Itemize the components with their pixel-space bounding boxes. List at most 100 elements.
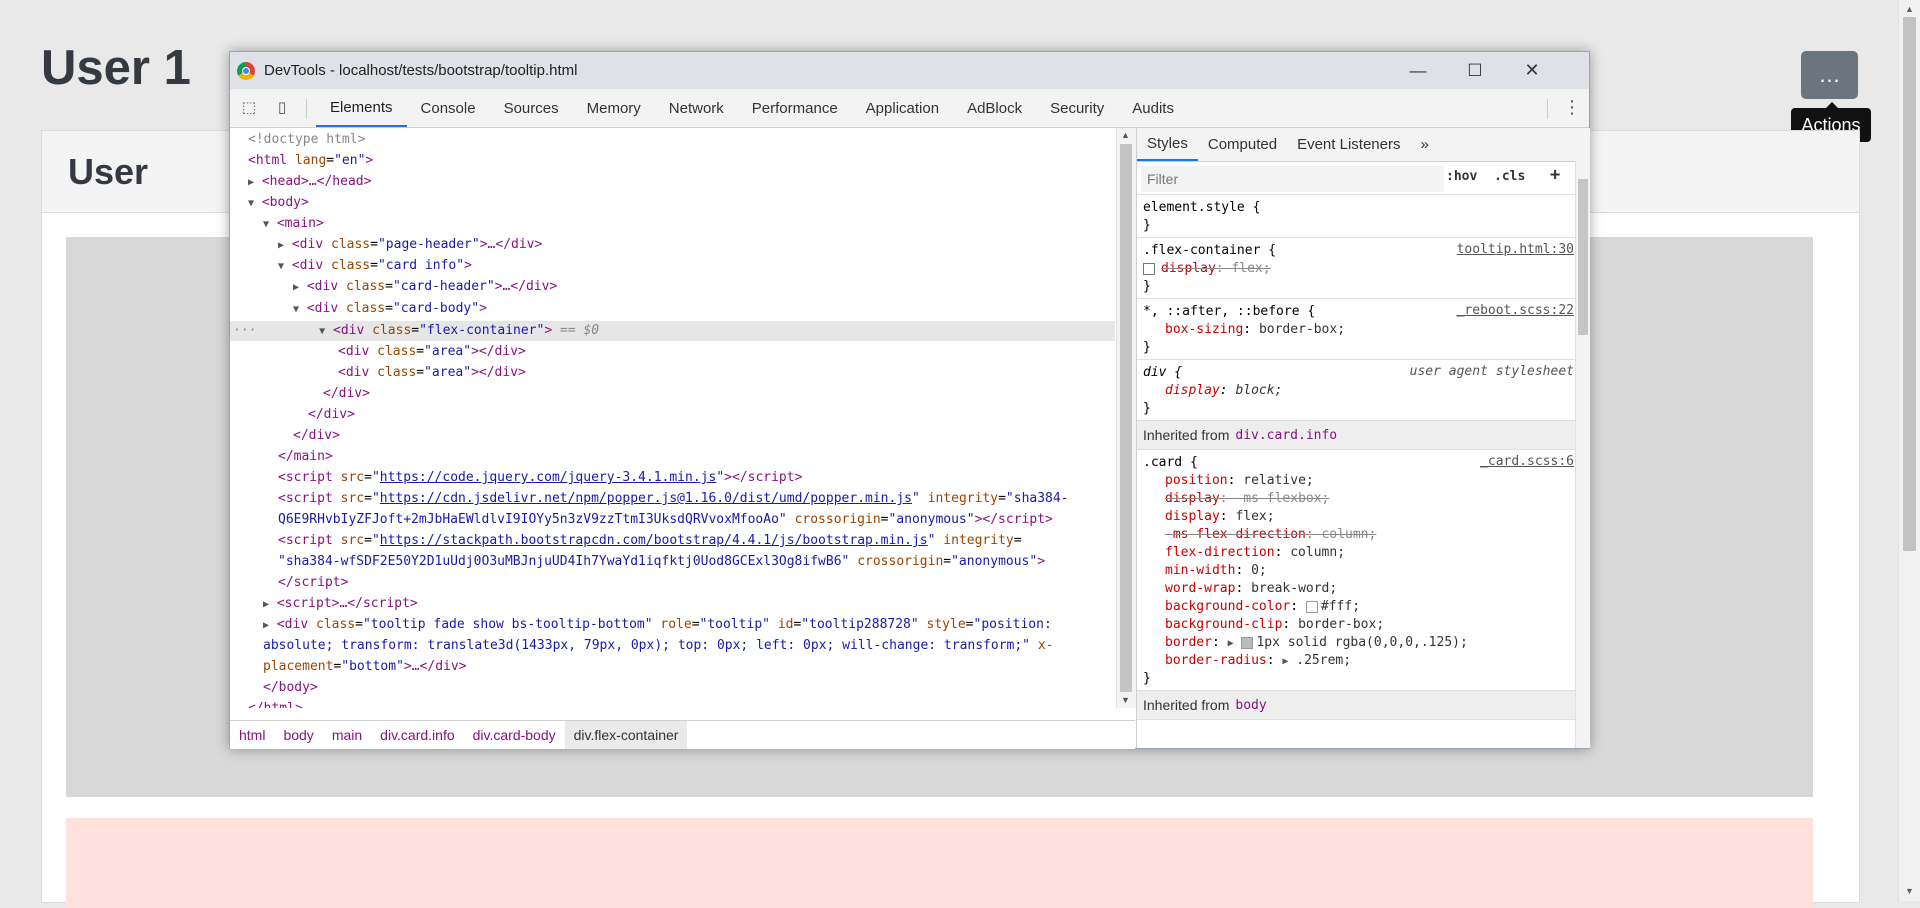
dom-line[interactable]: </script> xyxy=(278,573,348,593)
devtools-titlebar[interactable]: DevTools - localhost/tests/bootstrap/too… xyxy=(230,52,1589,89)
dom-line[interactable]: <div class="area"></div> xyxy=(338,342,526,362)
maximize-button[interactable]: ☐ xyxy=(1446,52,1504,89)
flex-container-rule[interactable]: tooltip.html:30 .flex-container { displa… xyxy=(1137,238,1590,299)
dom-line[interactable]: Q6E9RHvbIyZFJoft+2mJbHaEWldlvI9IOYy5n3zV… xyxy=(278,510,1053,530)
inherited-selector-link[interactable]: body xyxy=(1235,698,1266,713)
rule-source-link[interactable]: tooltip.html:30 xyxy=(1457,242,1574,257)
dom-line[interactable]: <div class="area"></div> xyxy=(338,363,526,383)
dom-line[interactable]: "sha384-wfSDF2E50Y2D1uUdj0O3uMBJnjuUD4Ih… xyxy=(278,552,1045,572)
dom-line[interactable]: absolute; transform: translate3d(1433px,… xyxy=(263,636,1054,656)
close-button[interactable]: ✕ xyxy=(1503,52,1561,89)
dom-line[interactable]: ▼ <div class="card info"> xyxy=(278,256,472,276)
scrollbar-thumb[interactable] xyxy=(1120,144,1132,692)
tab-sources[interactable]: Sources xyxy=(490,89,573,127)
breadcrumb-item[interactable]: div.card-body xyxy=(464,721,565,749)
breadcrumb-item[interactable]: body xyxy=(274,721,322,749)
dom-line[interactable]: ▼ <body> xyxy=(248,193,309,213)
dom-line-selected[interactable]: ··· ▼ <div class="flex-container"> == $0 xyxy=(233,321,599,341)
scroll-down-arrow-icon[interactable]: ▼ xyxy=(1121,695,1130,705)
rule-source-link[interactable]: _card.scss:6 xyxy=(1480,454,1574,469)
inspect-element-icon[interactable]: ⬚ xyxy=(240,98,258,116)
more-actions-icon[interactable]: ··· xyxy=(233,323,256,338)
dom-line[interactable]: </html> xyxy=(248,699,303,708)
scroll-up-arrow-icon[interactable]: ▲ xyxy=(1121,130,1130,140)
dom-line[interactable]: </div> xyxy=(293,426,340,446)
dom-line[interactable]: </body> xyxy=(263,678,318,698)
styles-filter-input[interactable] xyxy=(1141,166,1444,192)
tab-styles[interactable]: Styles xyxy=(1137,128,1198,161)
card-rule[interactable]: _card.scss:6 .card { position: relative;… xyxy=(1137,450,1590,691)
expand-arrow-icon[interactable]: ▶ xyxy=(1282,656,1288,667)
dom-line[interactable]: </div> xyxy=(323,384,370,404)
tab-security[interactable]: Security xyxy=(1036,89,1118,127)
kebab-menu-icon[interactable]: ⋮ xyxy=(1563,97,1581,118)
dom-line[interactable]: </div> xyxy=(308,405,355,425)
dom-line[interactable]: ▶ <div class="page-header">…</div> xyxy=(278,235,542,255)
dom-line[interactable]: ▼ <div class="card-body"> xyxy=(293,299,487,319)
dom-line[interactable]: <script src="https://cdn.jsdelivr.net/np… xyxy=(278,489,1069,509)
dom-line[interactable]: ▶ <div class="tooltip fade show bs-toolt… xyxy=(263,615,1052,635)
expand-arrow-icon[interactable]: ▶ xyxy=(248,177,254,188)
rule-source-link[interactable]: _reboot.scss:22 xyxy=(1457,303,1574,318)
script-src-link[interactable]: https://stackpath.bootstrapcdn.com/boots… xyxy=(380,533,928,548)
tab-performance[interactable]: Performance xyxy=(738,89,852,127)
scroll-down-arrow-icon[interactable]: ▼ xyxy=(1905,886,1914,896)
breadcrumb-item[interactable]: html xyxy=(230,721,274,749)
cls-toggle[interactable]: .cls xyxy=(1494,169,1525,184)
tab-console[interactable]: Console xyxy=(407,89,490,127)
dom-line[interactable]: placement="bottom">…</div> xyxy=(263,657,467,677)
expand-arrow-icon[interactable]: ▶ xyxy=(278,240,284,251)
dom-line[interactable]: <script src="https://code.jquery.com/jqu… xyxy=(278,468,802,488)
dom-line[interactable]: <html lang="en"> xyxy=(248,151,373,171)
tab-network[interactable]: Network xyxy=(655,89,738,127)
hov-toggle[interactable]: :hov xyxy=(1446,169,1477,184)
tab-adblock[interactable]: AdBlock xyxy=(953,89,1036,127)
dom-line[interactable]: <script src="https://stackpath.bootstrap… xyxy=(278,531,1022,551)
dom-line[interactable]: ▶ <script>…</script> xyxy=(263,594,418,614)
collapse-arrow-icon[interactable]: ▼ xyxy=(263,219,269,230)
expand-arrow-icon[interactable]: ▶ xyxy=(293,282,299,293)
inherited-selector-link[interactable]: div.card.info xyxy=(1235,428,1337,443)
elements-scrollbar[interactable]: ▲ ▼ xyxy=(1116,128,1136,708)
tab-audits[interactable]: Audits xyxy=(1118,89,1188,127)
new-rule-icon[interactable]: + xyxy=(1550,165,1560,185)
breadcrumb-item[interactable]: main xyxy=(323,721,371,749)
color-swatch[interactable] xyxy=(1305,600,1318,613)
elements-panel: <!doctype html> <html lang="en"> ▶ <head… xyxy=(230,128,1135,708)
breadcrumb-item[interactable]: div.card.info xyxy=(371,721,463,749)
tab-elements[interactable]: Elements xyxy=(316,89,407,127)
page-scrollbar[interactable]: ▲ ▼ xyxy=(1898,0,1920,901)
dom-line[interactable]: ▶ <head>…</head> xyxy=(248,172,371,192)
tab-computed[interactable]: Computed xyxy=(1198,128,1287,161)
more-tabs-icon[interactable]: » xyxy=(1410,128,1438,161)
breadcrumb-item-active[interactable]: div.flex-container xyxy=(564,721,688,749)
actions-button[interactable]: … xyxy=(1801,51,1858,99)
universal-rule[interactable]: _reboot.scss:22 *, ::after, ::before { b… xyxy=(1137,299,1590,360)
dom-line[interactable]: </main> xyxy=(278,447,333,467)
expand-arrow-icon[interactable]: ▶ xyxy=(263,620,269,631)
color-swatch[interactable] xyxy=(1241,636,1254,649)
scrollbar-thumb[interactable] xyxy=(1578,179,1588,335)
minimize-button[interactable]: — xyxy=(1389,52,1447,89)
dom-line[interactable]: ▼ <main> xyxy=(263,214,324,234)
expand-arrow-icon[interactable]: ▶ xyxy=(1228,638,1234,649)
collapse-arrow-icon[interactable]: ▼ xyxy=(293,304,299,315)
styles-scrollbar[interactable] xyxy=(1575,161,1590,748)
element-style-rule[interactable]: element.style { } xyxy=(1137,195,1590,238)
collapse-arrow-icon[interactable]: ▼ xyxy=(278,261,284,272)
device-toggle-icon[interactable]: ▯ xyxy=(273,98,291,116)
tab-memory[interactable]: Memory xyxy=(573,89,655,127)
expand-arrow-icon[interactable]: ▶ xyxy=(263,599,269,610)
collapse-arrow-icon[interactable]: ▼ xyxy=(248,198,254,209)
dom-line[interactable]: ▶ <div class="card-header">…</div> xyxy=(293,277,557,297)
tab-event-listeners[interactable]: Event Listeners xyxy=(1287,128,1410,161)
script-src-link[interactable]: https://cdn.jsdelivr.net/npm/popper.js@1… xyxy=(380,491,912,506)
user-agent-div-rule[interactable]: user agent stylesheet div { display: blo… xyxy=(1137,360,1590,421)
dom-line[interactable]: <!doctype html> xyxy=(248,130,365,150)
scrollbar-thumb[interactable] xyxy=(1903,17,1916,551)
scroll-up-arrow-icon[interactable]: ▲ xyxy=(1905,4,1914,14)
collapse-arrow-icon[interactable]: ▼ xyxy=(319,326,325,337)
tab-application[interactable]: Application xyxy=(852,89,953,127)
script-src-link[interactable]: https://code.jquery.com/jquery-3.4.1.min… xyxy=(380,470,717,485)
property-checkbox[interactable] xyxy=(1143,262,1155,275)
